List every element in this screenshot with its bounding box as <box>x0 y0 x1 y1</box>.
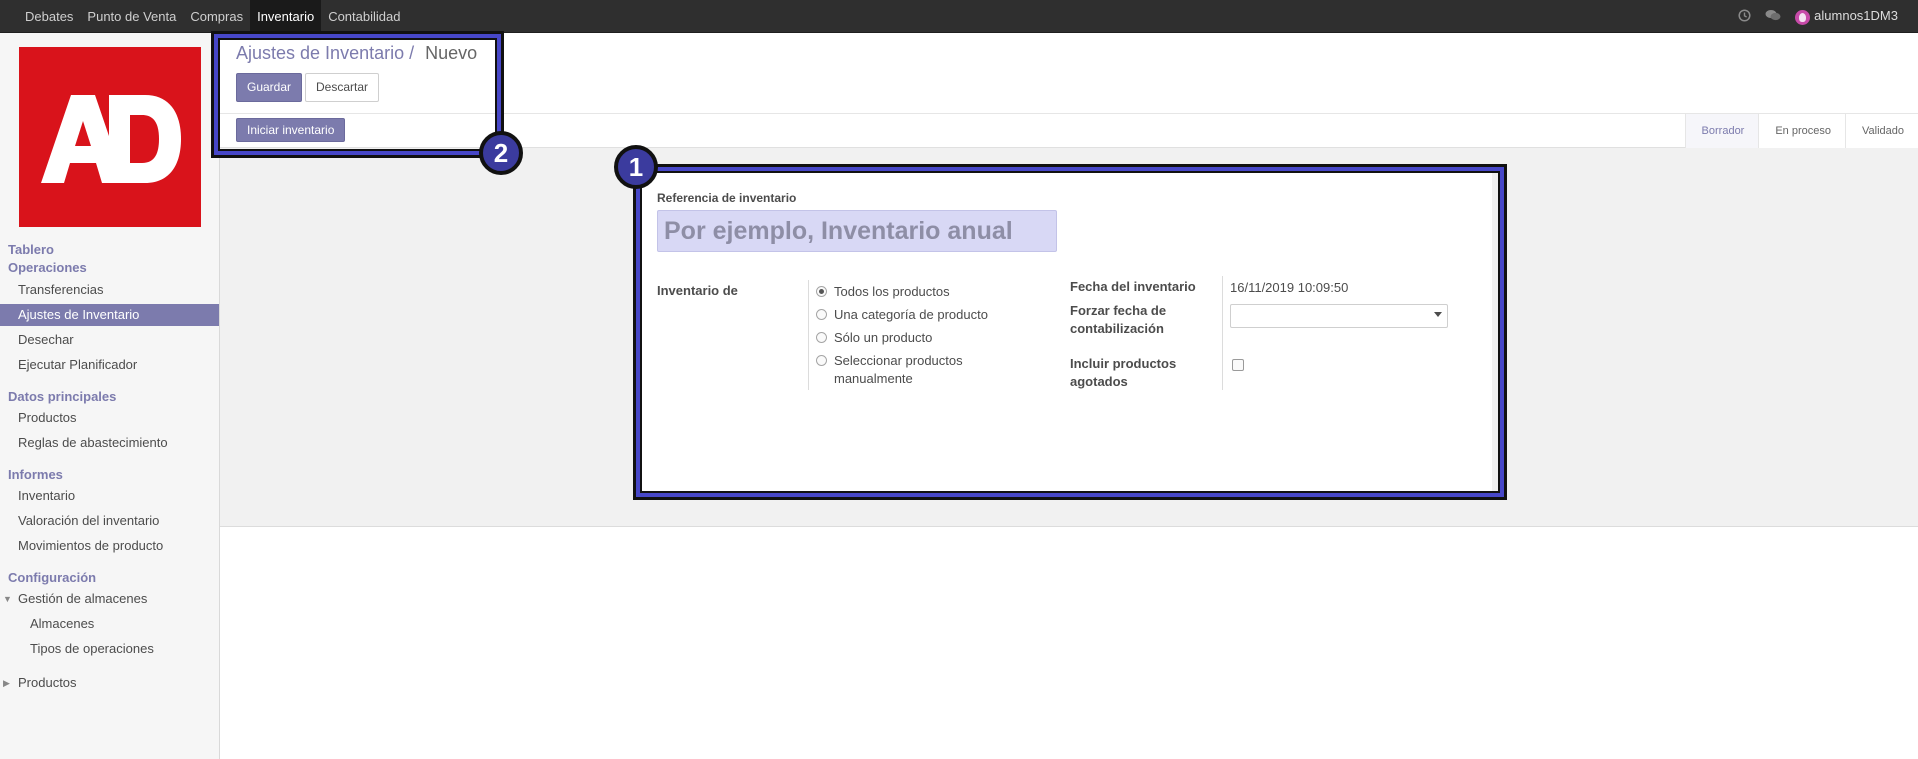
radio-button[interactable] <box>816 355 827 366</box>
breadcrumb-separator: / <box>409 43 415 63</box>
sidebar-item-gestion-almacenes[interactable]: ▼ Gestión de almacenes <box>0 588 219 610</box>
sidebar-heading-informes: Informes <box>8 467 63 482</box>
user-menu[interactable]: alumnos1DM3 <box>1795 8 1898 25</box>
radio-label: Seleccionar productos manualmente <box>834 353 963 386</box>
company-logo <box>19 47 201 227</box>
caret-right-icon: ▶ <box>3 678 10 688</box>
sidebar-item-reglas[interactable]: Reglas de abastecimiento <box>0 432 219 454</box>
radio-button[interactable] <box>816 286 827 297</box>
top-navbar: Debates Punto de Venta Compras Inventari… <box>0 0 1918 33</box>
sidebar-item-ejecutar-planificador[interactable]: Ejecutar Planificador <box>0 354 219 376</box>
sidebar-item-tipos-operaciones[interactable]: Tipos de operaciones <box>0 638 219 660</box>
breadcrumb: Ajustes de Inventario / Nuevo <box>236 43 477 64</box>
field-separator <box>808 280 809 390</box>
sidebar-tablero[interactable]: Tablero <box>8 242 54 257</box>
sidebar-item-valoracion[interactable]: Valoración del inventario <box>0 510 219 532</box>
divider <box>220 113 1918 114</box>
sidebar-item-label: Productos <box>18 675 77 690</box>
app-menu: Debates Punto de Venta Compras Inventari… <box>18 0 407 33</box>
radio-categoria[interactable]: Una categoría de producto <box>816 306 988 324</box>
sidebar-item-inventario[interactable]: Inventario <box>0 485 219 507</box>
include-label: Incluir productos agotados <box>1070 356 1177 389</box>
radio-todos[interactable]: Todos los productos <box>816 283 950 301</box>
force-date-select[interactable] <box>1230 304 1448 328</box>
menu-contabilidad[interactable]: Contabilidad <box>321 0 407 33</box>
form-sheet: Referencia de inventario Inventario de T… <box>642 172 1492 492</box>
breadcrumb-parent[interactable]: Ajustes de Inventario <box>236 43 404 63</box>
sidebar-heading-operaciones: Operaciones <box>8 260 87 275</box>
status-borrador: Borrador <box>1684 114 1759 148</box>
status-en-proceso: En proceso <box>1758 114 1845 148</box>
radio-manual[interactable]: Seleccionar productos manualmente <box>816 352 966 388</box>
start-inventory-button[interactable]: Iniciar inventario <box>236 118 346 142</box>
include-exhausted-checkbox[interactable] <box>1232 359 1244 371</box>
sidebar-item-movimientos[interactable]: Movimientos de producto <box>0 535 219 557</box>
status-bar: Borrador En proceso Validado <box>1684 114 1918 148</box>
menu-punto-de-venta[interactable]: Punto de Venta <box>80 0 183 33</box>
form-view: Referencia de inventario Inventario de T… <box>220 148 1918 527</box>
chat-icon[interactable] <box>1765 9 1781 25</box>
control-panel: Ajustes de Inventario / Nuevo Guardar De… <box>220 33 1918 148</box>
force-date-label: Forzar fecha de contabilización <box>1070 303 1167 336</box>
radio-button[interactable] <box>816 332 827 343</box>
date-label: Fecha del inventario <box>1070 279 1196 294</box>
discard-button[interactable]: Descartar <box>305 73 380 102</box>
ref-label: Referencia de inventario <box>657 191 797 205</box>
step-badge-2: 2 <box>479 131 523 175</box>
sidebar-item-almacenes[interactable]: Almacenes <box>0 613 219 635</box>
menu-debates[interactable]: Debates <box>18 0 80 33</box>
user-name: alumnos1DM3 <box>1814 8 1898 24</box>
sidebar-heading-configuracion: Configuración <box>8 570 97 585</box>
field-separator <box>1222 276 1223 390</box>
sidebar-heading-datos: Datos principales <box>8 389 117 404</box>
sidebar-item-transferencias[interactable]: Transferencias <box>0 279 219 301</box>
save-button[interactable]: Guardar <box>236 73 303 102</box>
radio-button[interactable] <box>816 309 827 320</box>
inventory-of-label: Inventario de <box>657 283 738 298</box>
radio-label: Sólo un producto <box>834 330 933 345</box>
sidebar-item-productos-config[interactable]: ▶ Productos <box>0 672 219 694</box>
menu-inventario[interactable]: Inventario <box>250 0 322 33</box>
inventory-date-value: 16/11/2019 10:09:50 <box>1230 280 1349 295</box>
sidebar: Tablero Operaciones Transferencias Ajust… <box>0 33 220 759</box>
avatar <box>1795 9 1811 25</box>
systray: alumnos1DM3 <box>1738 0 1898 33</box>
caret-down-icon: ▼ <box>3 594 12 604</box>
sidebar-item-productos[interactable]: Productos <box>0 407 219 429</box>
radio-label: Una categoría de producto <box>834 307 988 322</box>
status-validado: Validado <box>1845 114 1918 148</box>
step-badge-1: 1 <box>614 145 658 189</box>
radio-un-producto[interactable]: Sólo un producto <box>816 329 932 347</box>
inventory-reference-input[interactable] <box>657 210 1057 252</box>
sidebar-item-label: Gestión de almacenes <box>18 591 148 606</box>
menu-compras[interactable]: Compras <box>183 0 250 33</box>
radio-label: Todos los productos <box>834 284 950 299</box>
sidebar-item-ajustes-de-inventario[interactable]: Ajustes de Inventario <box>0 304 219 326</box>
clock-icon[interactable] <box>1738 8 1751 25</box>
chevron-down-icon <box>1434 312 1442 317</box>
sidebar-item-desechar[interactable]: Desechar <box>0 329 219 351</box>
breadcrumb-current: Nuevo <box>425 43 478 63</box>
